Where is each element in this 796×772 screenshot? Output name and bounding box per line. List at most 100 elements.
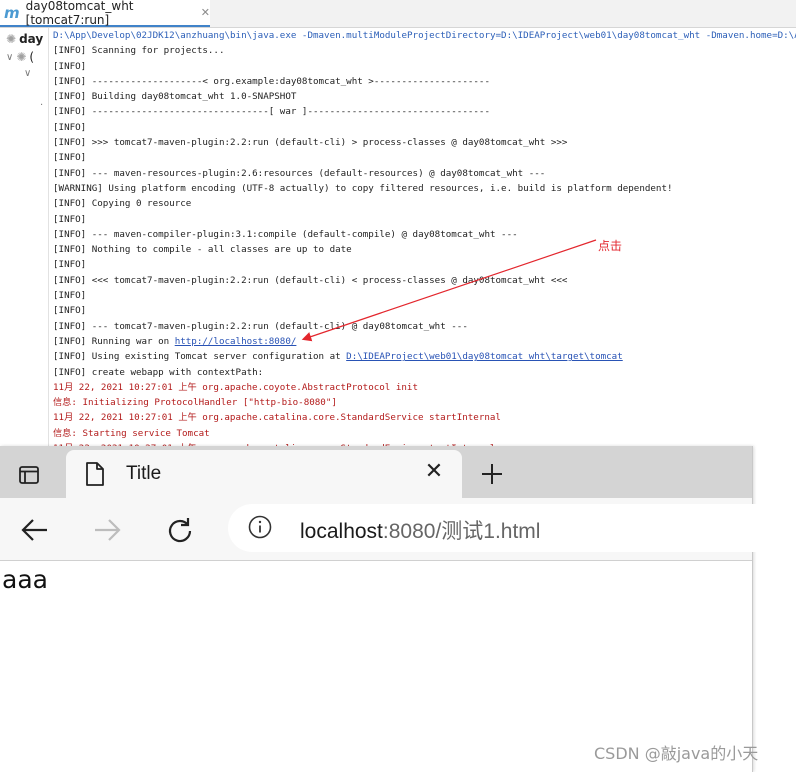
back-button[interactable]: [16, 511, 54, 549]
forward-button[interactable]: [88, 511, 126, 549]
console-line: [INFO] Using existing Tomcat server conf…: [53, 349, 796, 364]
console-line-text: [INFO]: [53, 290, 87, 302]
console-line-text: [INFO] Scanning for projects...: [53, 45, 225, 57]
document-icon: [86, 462, 104, 486]
console-line: [INFO] --------------------------------[…: [53, 104, 796, 119]
console-line: 信息: Starting service Tomcat: [53, 426, 796, 441]
url-text[interactable]: localhost:8080/测试1.html: [300, 515, 540, 545]
tree-child-label: (: [29, 50, 35, 64]
console-line: [INFO]: [53, 212, 796, 227]
console-line-text: [INFO] <<< tomcat7-maven-plugin:2.2:run …: [53, 274, 568, 286]
console-line-text: [INFO] Building day08tomcat_wht 1.0-SNAP…: [53, 91, 297, 103]
plus-icon: [482, 464, 502, 484]
console-line: [INFO]: [53, 59, 796, 74]
close-icon[interactable]: ✕: [201, 6, 210, 19]
console-line-text: [INFO] >>> tomcat7-maven-plugin:2.2:run …: [53, 137, 568, 149]
tree-root-item[interactable]: ✺ day: [6, 32, 43, 46]
console-line-text: [INFO]: [53, 121, 87, 133]
console-line-text: [INFO] Using existing Tomcat server conf…: [53, 351, 347, 363]
console-line-text: [INFO] create webapp with contextPath:: [53, 366, 264, 378]
chevron-down-icon: ∨: [6, 51, 14, 63]
console-line-text: [INFO] --- maven-compiler-plugin:3.1:com…: [53, 228, 518, 240]
arrow-left-icon: [21, 519, 47, 541]
console-line-text: [INFO] --------------------< org.example…: [53, 75, 490, 87]
console-line-text: [INFO] --------------------------------[…: [53, 106, 490, 118]
page-content-text: aaa: [2, 565, 48, 594]
annotation-label: 点击: [598, 239, 623, 253]
watermark: CSDN @敲java的小天: [594, 744, 759, 763]
address-bar[interactable]: localhost:8080/测试1.html: [228, 504, 768, 552]
console-line: [INFO] <<< tomcat7-maven-plugin:2.2:run …: [53, 273, 796, 288]
console-line-text: [INFO]: [53, 259, 87, 271]
run-tab-title: day08tomcat_wht [tomcat7:run]: [25, 0, 134, 27]
console-line: 11月 22, 2021 10:27:01 上午 org.apache.coyo…: [53, 380, 796, 395]
console-line-text: [INFO]: [53, 60, 87, 72]
tab-title: Title: [126, 463, 162, 484]
console-line-text: [INFO]: [53, 152, 87, 164]
refresh-button[interactable]: [161, 511, 199, 549]
browser-window: Title ✕ localhost:8080/测试1.html aaa: [0, 446, 768, 772]
info-icon[interactable]: [248, 515, 272, 539]
console-line: D:\App\Develop\02JDK12\anzhuang\bin\java…: [53, 28, 796, 43]
console-line: [INFO] Building day08tomcat_wht 1.0-SNAP…: [53, 89, 796, 104]
console-line: [WARNING] Using platform encoding (UTF-8…: [53, 181, 796, 196]
console-line: [INFO]: [53, 257, 796, 272]
console-line: [INFO] --------------------< org.example…: [53, 74, 796, 89]
browser-tab-active[interactable]: Title ✕: [66, 450, 462, 498]
console-line-text: [INFO] Copying 0 resource: [53, 198, 192, 210]
console-line: [INFO] Nothing to compile - all classes …: [53, 242, 796, 257]
console-line-text: [INFO] Running war on: [53, 335, 175, 347]
tree-grandchild-item[interactable]: ∨: [24, 68, 31, 79]
console-line: [INFO]: [53, 150, 796, 165]
tab-strip: Title ✕: [0, 446, 752, 498]
console-line: 11月 22, 2021 10:27:01 上午 org.apache.cata…: [53, 410, 796, 425]
console-line-text: [INFO]: [53, 305, 87, 317]
console-line-text: 11月 22, 2021 10:27:01 上午 org.apache.coyo…: [53, 381, 418, 393]
console-line: [INFO]: [53, 288, 796, 303]
console-output[interactable]: D:\App\Develop\02JDK12\anzhuang\bin\java…: [53, 28, 796, 450]
console-line: [INFO] >>> tomcat7-maven-plugin:2.2:run …: [53, 135, 796, 150]
tree-child-item[interactable]: ∨ ✺ (: [6, 50, 34, 64]
close-icon[interactable]: ✕: [420, 459, 448, 484]
console-line: [INFO] Scanning for projects...: [53, 43, 796, 58]
spinner-icon: ✺: [16, 50, 27, 64]
console-line: [INFO] Running war on http://localhost:8…: [53, 334, 796, 349]
maven-icon: m: [4, 3, 20, 22]
console-line-text: [INFO]: [53, 213, 87, 225]
refresh-icon: [168, 518, 192, 543]
console-line-text: [INFO] --- tomcat7-maven-plugin:2.2:run …: [53, 320, 468, 332]
console-line: [INFO] Copying 0 resource: [53, 196, 796, 211]
console-line-text: 信息: Initializing ProtocolHandler ["http-…: [53, 397, 337, 409]
console-link[interactable]: http://localhost:8080/: [175, 336, 297, 347]
console-line: [INFO]: [53, 303, 796, 318]
console-line-text: 信息: Starting service Tomcat: [53, 427, 210, 439]
new-tab-button[interactable]: [472, 454, 512, 494]
ide-tab-bar: m day08tomcat_wht [tomcat7:run] ✕: [0, 0, 796, 28]
console-line-text: [INFO] Nothing to compile - all classes …: [53, 244, 352, 256]
spinner-icon: ✺: [6, 32, 17, 46]
chevron-down-icon: ∨: [24, 68, 32, 79]
console-link[interactable]: D:\IDEAProject\web01\day08tomcat_wht\tar…: [346, 351, 623, 362]
tree-root-label: day: [19, 32, 44, 46]
console-line: 信息: Initializing ProtocolHandler ["http-…: [53, 395, 796, 410]
console-line: [INFO] --- maven-compiler-plugin:3.1:com…: [53, 227, 796, 242]
console-line-text: [WARNING] Using platform encoding (UTF-8…: [53, 182, 673, 194]
dot-icon: ·: [40, 100, 44, 111]
console-line: [INFO]: [53, 120, 796, 135]
console-line: [INFO] --- tomcat7-maven-plugin:2.2:run …: [53, 319, 796, 334]
tree-marker: ·: [40, 100, 43, 111]
console-line-text: D:\App\Develop\02JDK12\anzhuang\bin\java…: [53, 30, 796, 41]
run-tab[interactable]: m day08tomcat_wht [tomcat7:run] ✕: [0, 0, 210, 27]
arrow-right-icon: [95, 519, 121, 541]
tab-actions-button[interactable]: [10, 456, 48, 494]
console-line: [INFO] --- maven-resources-plugin:2.6:re…: [53, 166, 796, 181]
browser-toolbar: localhost:8080/测试1.html: [0, 498, 768, 561]
ide-run-window: m day08tomcat_wht [tomcat7:run] ✕ ✺ day …: [0, 0, 796, 450]
console-line-text: 11月 22, 2021 10:27:01 上午 org.apache.cata…: [53, 412, 501, 424]
tab-actions-icon: [19, 466, 39, 484]
console-line-text: [INFO] --- maven-resources-plugin:2.6:re…: [53, 167, 546, 179]
url-path: :8080/测试1.html: [382, 520, 541, 543]
run-tree-panel: ✺ day ∨ ✺ ( ∨ ·: [0, 28, 49, 450]
console-line: [INFO] create webapp with contextPath:: [53, 365, 796, 380]
url-host: localhost: [300, 520, 383, 543]
